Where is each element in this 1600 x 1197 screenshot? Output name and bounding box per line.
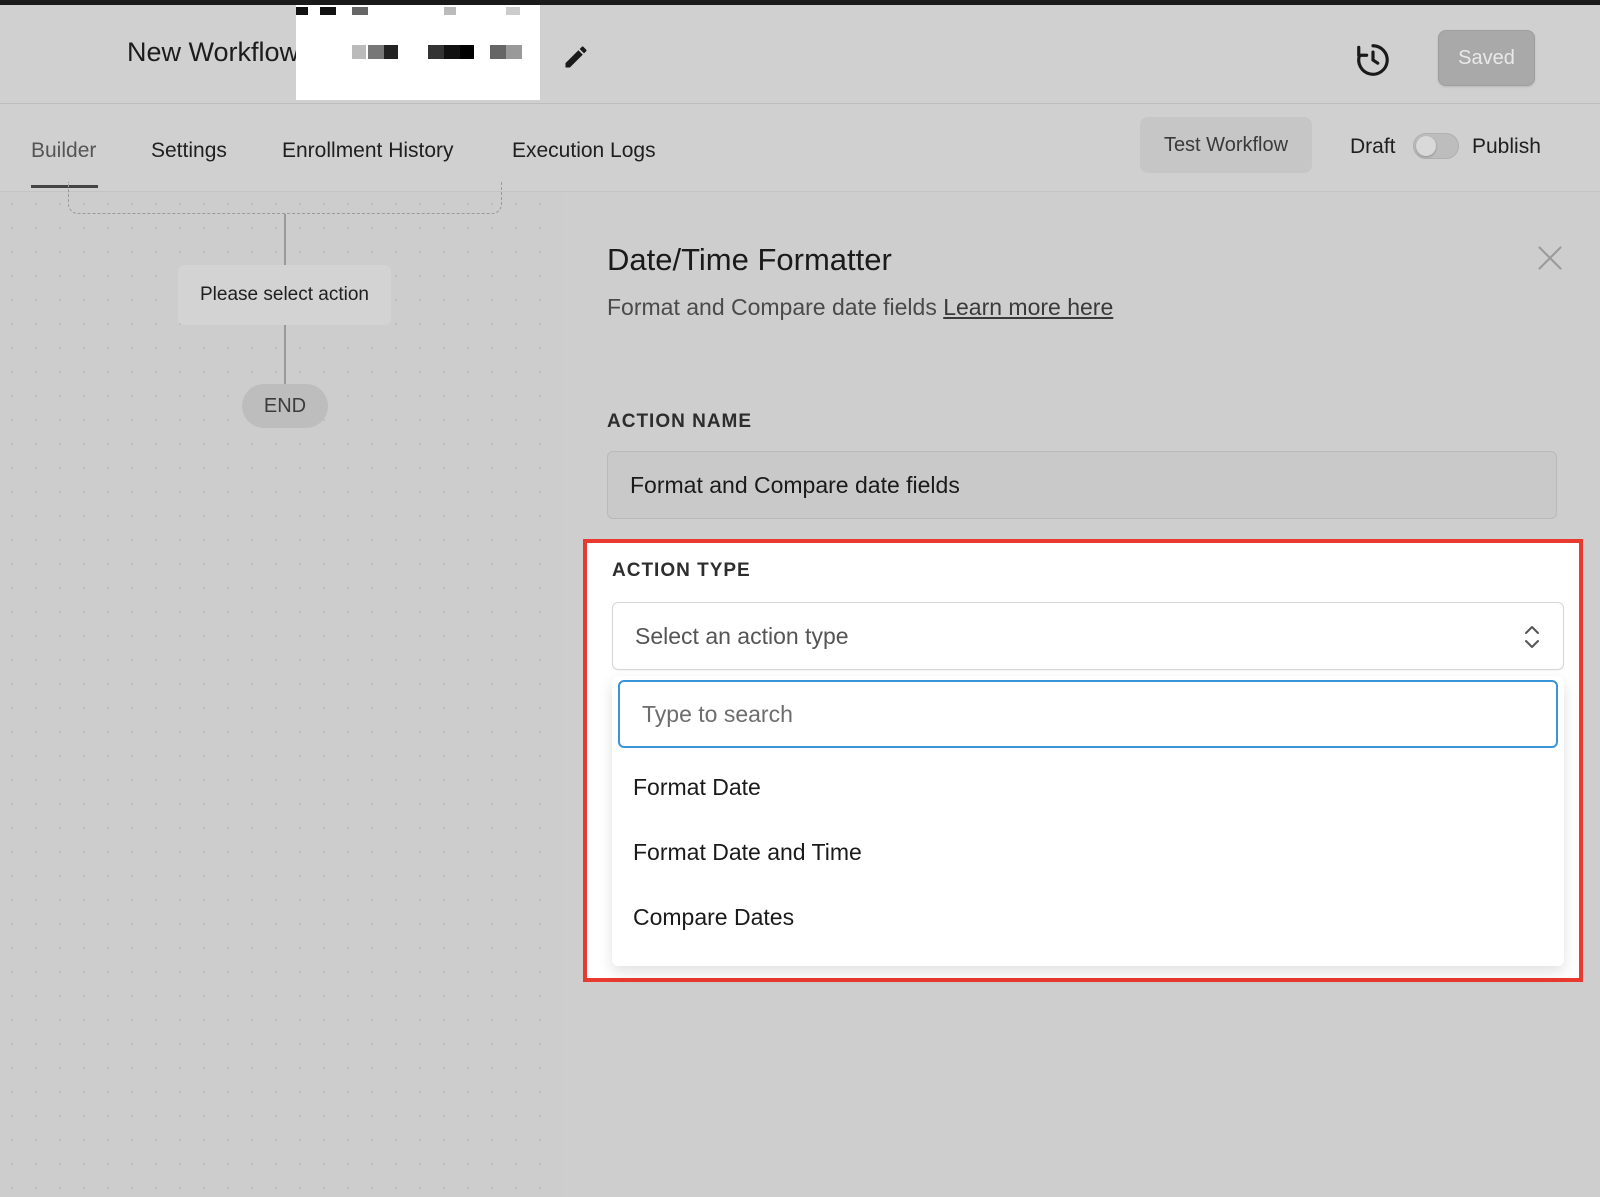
- connector-line: [284, 325, 286, 384]
- action-type-placeholder: Select an action type: [635, 622, 849, 649]
- nav-tabs-bar: Builder Settings Enrollment History Exec…: [0, 105, 1600, 192]
- tab-enrollment-history[interactable]: Enrollment History: [282, 139, 454, 163]
- tab-execution-logs[interactable]: Execution Logs: [512, 139, 656, 163]
- chevron-updown-icon: [1525, 626, 1539, 648]
- connector-line: [284, 214, 286, 265]
- test-workflow-button[interactable]: Test Workflow: [1140, 117, 1312, 173]
- publish-label: Publish: [1472, 135, 1541, 158]
- learn-more-link[interactable]: Learn more here: [943, 294, 1113, 320]
- action-node[interactable]: Please select action: [178, 265, 391, 325]
- action-type-label: ACTION TYPE: [612, 560, 751, 581]
- action-name-label: ACTION NAME: [607, 411, 753, 432]
- option-compare-dates[interactable]: Compare Dates: [612, 888, 1564, 946]
- redacted-region: [296, 5, 540, 100]
- dropdown-search-input[interactable]: [618, 680, 1558, 748]
- end-node: END: [242, 384, 328, 428]
- workflow-canvas[interactable]: Please select action END: [0, 182, 562, 1197]
- saved-button[interactable]: Saved: [1438, 30, 1535, 86]
- close-icon[interactable]: [1536, 244, 1564, 272]
- action-type-dropdown: Format Date Format Date and Time Compare…: [612, 676, 1564, 966]
- action-name-input[interactable]: Format and Compare date fields: [607, 451, 1557, 519]
- action-type-select[interactable]: Select an action type: [612, 602, 1564, 670]
- option-format-date[interactable]: Format Date: [612, 758, 1564, 816]
- history-clock-icon[interactable]: [1354, 41, 1392, 79]
- publish-toggle[interactable]: [1413, 133, 1459, 159]
- tab-builder[interactable]: Builder: [31, 139, 96, 163]
- top-bar: New Workflow Saved: [0, 5, 1600, 104]
- option-format-date-and-time[interactable]: Format Date and Time: [612, 823, 1564, 881]
- panel-title: Date/Time Formatter: [607, 242, 892, 277]
- draft-label: Draft: [1350, 135, 1396, 158]
- panel-subtitle-text: Format and Compare date fields: [607, 294, 937, 320]
- pencil-icon[interactable]: [562, 43, 590, 71]
- toggle-knob: [1416, 136, 1436, 156]
- action-type-highlight: ACTION TYPE Select an action type Format…: [583, 539, 1583, 982]
- workflow-title: New Workflow: [127, 37, 300, 67]
- panel-subtitle: Format and Compare date fields Learn mor…: [607, 294, 1113, 321]
- trigger-node-outline: [68, 182, 502, 214]
- tab-settings[interactable]: Settings: [151, 139, 227, 163]
